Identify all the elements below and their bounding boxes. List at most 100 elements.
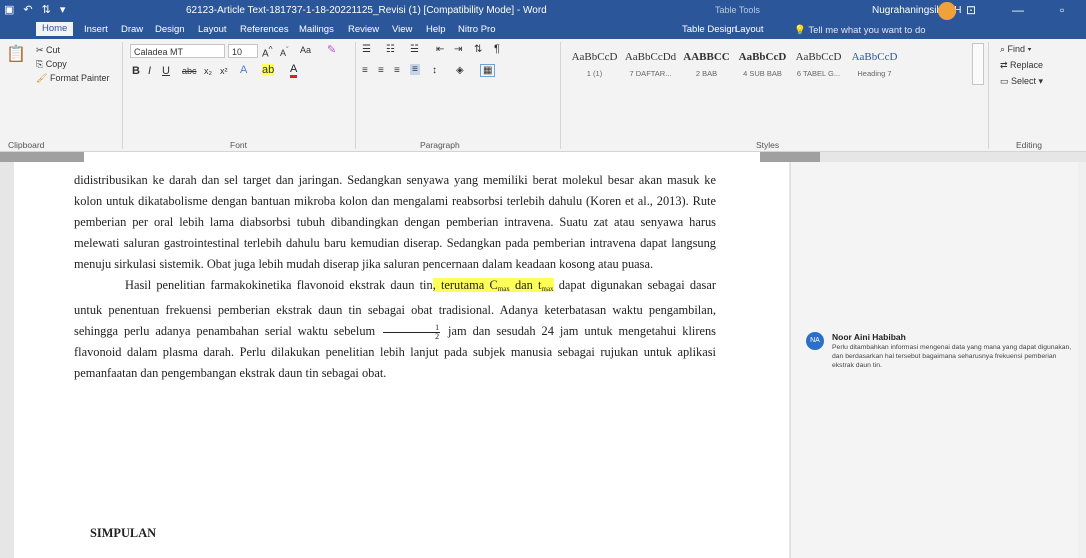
numbering-icon[interactable]: ☷ (386, 44, 395, 55)
ribbon-tabs: Home Insert Draw Design Layout Reference… (0, 22, 1086, 39)
quick-access-toolbar: ▣ ↶ ⇅ ▾ (4, 3, 65, 16)
redo-icon[interactable]: ⇅ (42, 3, 51, 16)
style-tile-6[interactable]: AaBbCcD Heading 7 (848, 43, 901, 83)
tab-view[interactable]: View (392, 24, 412, 38)
style-sample: AaBbCcD (571, 51, 618, 63)
style-tile-4[interactable]: AaBbCcD 4 SUB BAB (736, 43, 789, 83)
replace-button[interactable]: ⇄ Replace (1000, 60, 1043, 71)
document-title: 62123-Article Text-181737-1-18-20221125_… (186, 5, 547, 16)
tab-insert[interactable]: Insert (84, 24, 108, 38)
tab-mailings[interactable]: Mailings (299, 24, 334, 38)
ruler-margin-left (0, 152, 84, 162)
decrease-indent-icon[interactable]: ⇤ (436, 44, 444, 55)
font-group-label: Font (230, 140, 248, 150)
style-name: 2 BAB (695, 69, 718, 78)
highlight-color-icon[interactable]: ab (262, 64, 275, 76)
align-left-icon[interactable]: ≡ (362, 65, 368, 76)
strikethrough-button[interactable]: abc (182, 66, 197, 76)
tab-draw[interactable]: Draw (121, 24, 143, 38)
bullets-icon[interactable]: ☰ (362, 44, 371, 55)
save-icon[interactable]: ▣ (4, 3, 14, 16)
comment-avatar: NA (806, 332, 824, 350)
italic-button[interactable]: I (148, 65, 151, 77)
ruler-margin-right (760, 152, 820, 162)
style-name: 1 (1) (586, 69, 603, 78)
tab-design[interactable]: Design (155, 24, 185, 38)
tell-me-text: Tell me what you want to do (808, 25, 926, 36)
change-case-button[interactable]: Aa (300, 45, 311, 55)
font-name-combobox[interactable]: Caladea MT (130, 44, 225, 58)
text-effects-icon[interactable]: A (240, 64, 247, 76)
tab-home[interactable]: Home (36, 22, 74, 36)
format-painter-button[interactable]: 🖌 Format Painter (36, 73, 109, 84)
tab-table-design[interactable]: Table Design (682, 24, 737, 38)
style-tile-5[interactable]: AaBbCcD 6 TABEL G... (792, 43, 845, 83)
tell-me-search[interactable]: 💡 Tell me what you want to do (794, 25, 926, 36)
fraction-one-half: 12 (383, 323, 441, 341)
divider (122, 42, 123, 149)
align-center-icon[interactable]: ≡ (378, 65, 384, 76)
tab-references[interactable]: References (240, 24, 289, 38)
cut-button[interactable]: ✂ Cut (36, 45, 60, 56)
style-tile-3[interactable]: AABBCC 2 BAB (680, 43, 733, 83)
font-size-combobox[interactable]: 10 (228, 44, 258, 58)
document-body[interactable]: didistribusikan ke darah dan sel target … (74, 170, 716, 384)
multilevel-list-icon[interactable]: ☱ (410, 44, 419, 55)
horizontal-ruler[interactable] (0, 152, 1086, 162)
grow-font-icon[interactable]: A^ (262, 44, 273, 59)
customize-qat-icon[interactable]: ▾ (60, 3, 66, 16)
context-tools-title: Table Tools (715, 5, 760, 15)
shading-icon[interactable]: ◈ (456, 65, 464, 76)
editing-group-label: Editing (1016, 140, 1042, 150)
style-sample: AaBbCcDd (624, 51, 677, 63)
user-avatar[interactable] (938, 2, 956, 20)
copy-button[interactable]: ⎘ Copy (36, 59, 67, 70)
shrink-font-icon[interactable]: Aˇ (280, 45, 289, 58)
style-name: Heading 7 (857, 69, 892, 78)
tab-table-layout[interactable]: Layout (735, 24, 764, 38)
tab-review[interactable]: Review (348, 24, 379, 38)
ruler-text-area (84, 152, 760, 162)
paragraph-2: Hasil penelitian farmakokinetika flavono… (74, 275, 716, 384)
comment-text[interactable]: Perlu ditambahkan informasi mengenai dat… (832, 343, 1078, 370)
divider (560, 42, 561, 149)
clipboard-group-label: Clipboard (8, 140, 45, 150)
justify-icon[interactable]: ≡ (410, 64, 420, 75)
style-name: 4 SUB BAB (743, 69, 782, 78)
sort-icon[interactable]: ⇅ (474, 44, 482, 55)
ribbon-display-icon[interactable]: ⊡ (966, 3, 976, 17)
paragraph-group-label: Paragraph (420, 140, 460, 150)
find-button[interactable]: ⌕ Find ▾ (1000, 44, 1031, 55)
clear-formatting-icon[interactable]: ✎ (327, 43, 336, 56)
superscript-button[interactable]: x² (220, 66, 228, 76)
commented-highlight[interactable]: , terutama Cmax dan tmax (432, 278, 554, 293)
divider (355, 42, 356, 149)
select-button[interactable]: ▭ Select ▾ (1000, 76, 1043, 87)
style-tile-2[interactable]: AaBbCcDd 7 DAFTAR... (624, 43, 677, 83)
line-spacing-icon[interactable]: ↕ (432, 65, 437, 76)
maximize-icon[interactable]: ▫ (1060, 3, 1064, 17)
underline-button[interactable]: U (162, 65, 170, 77)
tab-nitro-pro[interactable]: Nitro Pro (458, 24, 495, 38)
paragraph-2-start: Hasil penelitian farmakokinetika flavono… (125, 278, 433, 292)
vertical-scrollbar[interactable] (1078, 162, 1086, 558)
styles-gallery-scroll[interactable] (972, 43, 984, 85)
tab-help[interactable]: Help (426, 24, 446, 38)
tab-layout[interactable]: Layout (198, 24, 227, 38)
increase-indent-icon[interactable]: ⇥ (454, 44, 462, 55)
subscript-button[interactable]: x₂ (204, 66, 212, 76)
bold-button[interactable]: B (132, 65, 140, 77)
copy-label: Copy (45, 59, 67, 69)
show-formatting-icon[interactable]: ¶ (494, 43, 500, 55)
minimize-icon[interactable]: — (1012, 3, 1024, 17)
divider (988, 42, 989, 149)
font-color-icon[interactable]: A (290, 63, 298, 78)
paste-icon[interactable]: 📋 (6, 44, 26, 64)
align-right-icon[interactable]: ≡ (394, 65, 400, 76)
borders-icon[interactable]: ▦ (480, 64, 496, 77)
section-heading: SIMPULAN (90, 526, 157, 540)
comment-author: Noor Aini Habibah (832, 332, 906, 342)
style-sample: AABBCC (683, 51, 730, 63)
style-tile-1[interactable]: AaBbCcD 1 (1) (568, 43, 621, 83)
undo-icon[interactable]: ↶ (23, 3, 32, 16)
